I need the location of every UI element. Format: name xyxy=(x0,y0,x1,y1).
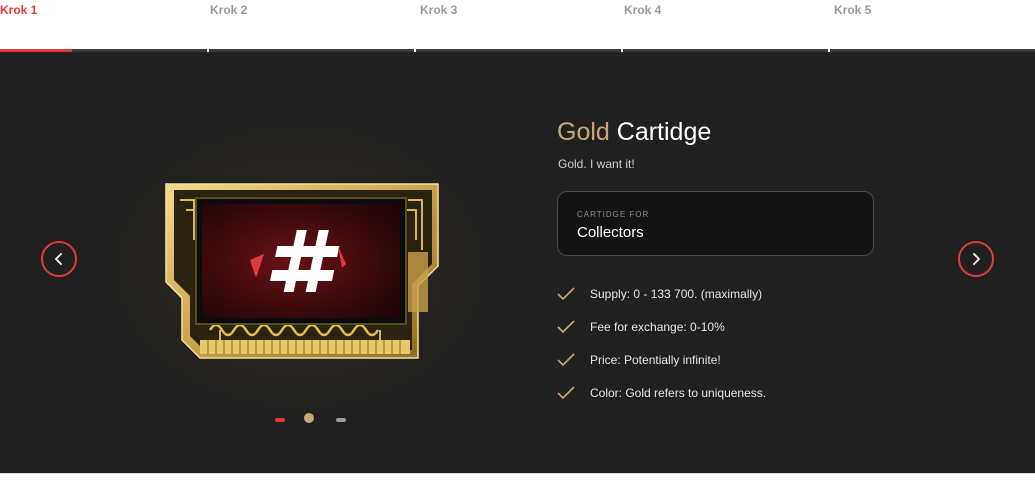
step-1[interactable]: Krok 1 xyxy=(0,3,37,17)
next-button[interactable] xyxy=(958,241,994,277)
carousel-dots xyxy=(272,412,352,426)
audience-card-label: CARTIDGE FOR xyxy=(577,210,650,219)
check-icon xyxy=(557,386,575,400)
steps-bar: Krok 1 Krok 2 Krok 3 Krok 4 Krok 5 xyxy=(0,0,1035,52)
product-panel: Gold Cartidge Gold. I want it! CARTIDGE … xyxy=(0,52,1035,473)
product-subtitle: Gold. I want it! xyxy=(558,157,635,171)
gold-cartridge-image xyxy=(165,183,439,359)
divider xyxy=(0,473,1035,474)
feature-text: Price: Potentially infinite! xyxy=(590,353,721,367)
check-icon xyxy=(557,287,575,301)
product-title-rest: Cartidge xyxy=(616,118,712,146)
step-4[interactable]: Krok 4 xyxy=(624,3,661,17)
product-title: Gold Cartidge xyxy=(557,118,711,147)
step-2[interactable]: Krok 2 xyxy=(210,3,247,17)
feature-item: Price: Potentially infinite! xyxy=(557,350,721,370)
feature-text: Color: Gold refers to uniqueness. xyxy=(590,386,767,400)
carousel-dot[interactable] xyxy=(304,413,314,423)
feature-text: Fee for exchange: 0-10% xyxy=(590,320,725,334)
chevron-right-icon xyxy=(973,253,980,265)
audience-card: CARTIDGE FOR Collectors xyxy=(557,191,874,256)
feature-item: Fee for exchange: 0-10% xyxy=(557,317,725,337)
carousel-dot[interactable] xyxy=(275,418,285,422)
product-title-accent: Gold xyxy=(557,118,610,146)
step-3[interactable]: Krok 3 xyxy=(420,3,457,17)
feature-text: Supply: 0 - 133 700. (maximally) xyxy=(590,287,763,301)
feature-item: Supply: 0 - 133 700. (maximally) xyxy=(557,284,762,304)
step-5[interactable]: Krok 5 xyxy=(834,3,871,17)
carousel-dot[interactable] xyxy=(336,418,346,422)
audience-card-value: Collectors xyxy=(577,224,644,241)
chevron-left-icon xyxy=(55,253,62,265)
prev-button[interactable] xyxy=(41,241,77,277)
feature-item: Color: Gold refers to uniqueness. xyxy=(557,383,766,403)
check-icon xyxy=(557,353,575,367)
check-icon xyxy=(557,320,575,334)
